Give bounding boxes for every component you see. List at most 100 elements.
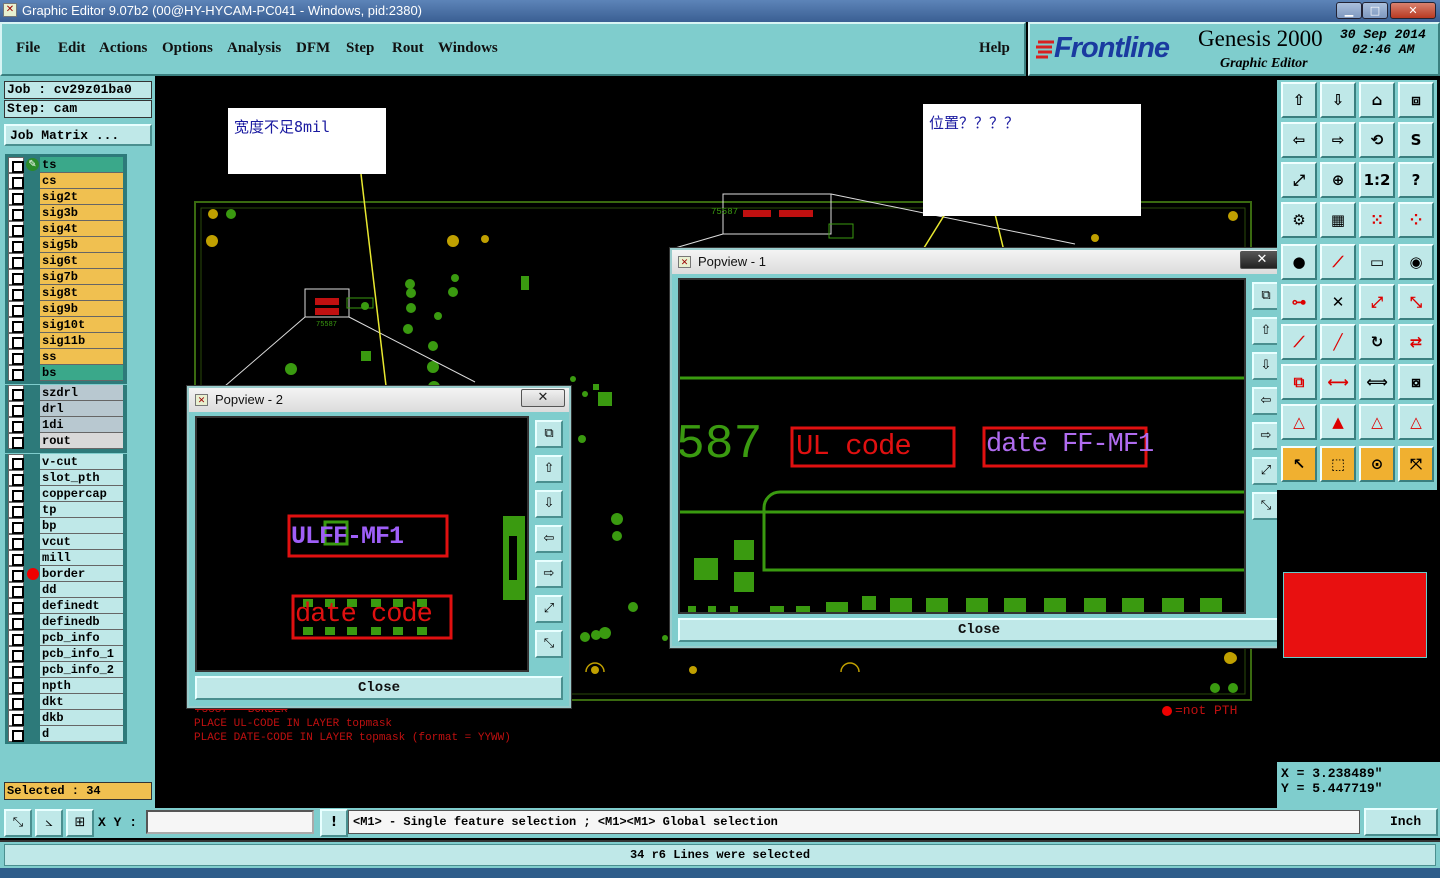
stretch-icon[interactable]: ⟷ (1320, 364, 1356, 400)
layer-row-rout[interactable]: rout (8, 433, 123, 449)
layer-row-ss[interactable]: ss (8, 349, 123, 365)
layer-name[interactable]: dkt (40, 694, 123, 710)
delta-icon[interactable]: △ (1281, 404, 1317, 440)
draw-line-icon[interactable]: ╱ (1320, 324, 1356, 360)
measure-icon[interactable]: ▭ (1359, 244, 1395, 280)
layer-row-pcb_info_2[interactable]: pcb_info_2 (8, 662, 123, 678)
layer-name[interactable]: sig10t (40, 317, 123, 333)
layer-row-sig8t[interactable]: sig8t (8, 285, 123, 301)
layer-name[interactable]: sig7b (40, 269, 123, 285)
layer-row-dd[interactable]: dd (8, 582, 123, 598)
layer-name[interactable]: definedb (40, 614, 123, 630)
connect-icon[interactable]: ⊶ (1281, 284, 1317, 320)
layer-name[interactable]: vcut (40, 534, 123, 550)
snap-icon[interactable]: ⁙ (1359, 202, 1395, 238)
grid-icon[interactable]: ▦ (1320, 202, 1356, 238)
layer-checkbox[interactable] (8, 189, 24, 205)
menu-options[interactable]: Options (162, 40, 213, 57)
zoom-in-icon[interactable]: ⤢ (1281, 162, 1317, 198)
menu-analysis[interactable]: Analysis (227, 40, 281, 57)
layer-row-tp[interactable]: tp (8, 502, 123, 518)
layer-row-pcb_info[interactable]: pcb_info (8, 630, 123, 646)
layer-checkbox[interactable] (8, 333, 24, 349)
layer-row-dkb[interactable]: dkb (8, 710, 123, 726)
layer-row-sig9b[interactable]: sig9b (8, 301, 123, 317)
popview-2-pan-up-icon[interactable]: ⇧ (535, 455, 563, 483)
alert-icon[interactable]: ! (320, 809, 348, 837)
layer-name[interactable]: coppercap (40, 486, 123, 502)
layer-row-sig10t[interactable]: sig10t (8, 317, 123, 333)
layer-row-definedt[interactable]: definedt (8, 598, 123, 614)
layer-checkbox[interactable] (8, 317, 24, 333)
layer-name[interactable]: sig3b (40, 205, 123, 221)
layer-name[interactable]: bp (40, 518, 123, 534)
pan-left-icon[interactable]: ⇦ (1281, 122, 1317, 158)
align-top-icon[interactable]: △ (1359, 404, 1395, 440)
rotate-line-icon[interactable]: ⤡ (1398, 284, 1434, 320)
layer-name[interactable]: pcb_info (40, 630, 123, 646)
layer-checkbox[interactable] (8, 726, 24, 742)
layer-name[interactable]: border (40, 566, 123, 582)
scale-1-2-icon[interactable]: 1:2 (1359, 162, 1395, 198)
layer-checkbox[interactable] (8, 614, 24, 630)
layer-checkbox[interactable] (8, 582, 24, 598)
xy-input[interactable] (146, 810, 314, 834)
settings-icon[interactable]: ⚙ (1281, 202, 1317, 238)
layer-row-1di[interactable]: 1di (8, 417, 123, 433)
layer-row-szdrl[interactable]: szdrl (8, 385, 123, 401)
draw-angle-icon[interactable]: ⟋ (1281, 324, 1317, 360)
select-arrow-icon[interactable]: ↖ (1281, 446, 1317, 482)
layer-name[interactable]: dd (40, 582, 123, 598)
layer-row-bp[interactable]: bp (8, 518, 123, 534)
layer-name[interactable]: ts (40, 157, 123, 173)
layer-row-sig5b[interactable]: sig5b (8, 237, 123, 253)
layer-name[interactable]: slot_pth (40, 470, 123, 486)
job-matrix-button[interactable]: Job Matrix ... (4, 124, 152, 146)
layer-checkbox[interactable] (8, 365, 24, 381)
layer-name[interactable]: 1di (40, 417, 123, 433)
copy-icon[interactable]: ⧉ (1281, 364, 1317, 400)
layer-name[interactable]: sig4t (40, 221, 123, 237)
popview-2-close-x[interactable]: ✕ (521, 389, 565, 407)
layer-checkbox[interactable] (8, 646, 24, 662)
layer-row-vcut[interactable]: vcut (8, 534, 123, 550)
layer-row-d[interactable]: d (8, 726, 123, 742)
layer-name[interactable]: sig6t (40, 253, 123, 269)
flip-icon[interactable]: ⇄ (1398, 324, 1434, 360)
layer-checkbox[interactable] (8, 502, 24, 518)
minimize-button[interactable]: ▁ (1336, 2, 1362, 19)
zoom-home-icon[interactable]: ⇧ (1281, 82, 1317, 118)
home-view-icon[interactable]: ⌂ (1359, 82, 1395, 118)
move-icon[interactable]: ⤢ (1359, 284, 1395, 320)
layer-checkbox[interactable] (8, 550, 24, 566)
layer-checkbox[interactable] (8, 678, 24, 694)
layer-name[interactable]: sig9b (40, 301, 123, 317)
layer-row-definedb[interactable]: definedb (8, 614, 123, 630)
zoom-area-icon[interactable]: ⤡ (4, 809, 32, 837)
snap-off-icon[interactable]: ⁘ (1398, 202, 1434, 238)
layer-name[interactable]: pcb_info_2 (40, 662, 123, 678)
layer-name[interactable]: mill (40, 550, 123, 566)
popview-1-pan-left-icon[interactable]: ⇦ (1252, 387, 1280, 415)
layer-checkbox[interactable] (8, 349, 24, 365)
layer-row-sig3b[interactable]: sig3b (8, 205, 123, 221)
layer-checkbox[interactable] (8, 630, 24, 646)
maximize-button[interactable]: □ (1362, 2, 1388, 19)
pan-right-icon[interactable]: ⇨ (1320, 122, 1356, 158)
layer-checkbox[interactable] (8, 470, 24, 486)
layer-checkbox[interactable] (8, 534, 24, 550)
popview-2-view[interactable]: ULFF-MF1 date code (195, 416, 529, 672)
layer-row-mill[interactable]: mill (8, 550, 123, 566)
resize-icon[interactable]: ⟺ (1359, 364, 1395, 400)
layer-checkbox[interactable] (8, 385, 24, 401)
layer-name[interactable]: sig5b (40, 237, 123, 253)
layer-name[interactable]: tp (40, 502, 123, 518)
menu-file[interactable]: File (16, 40, 40, 57)
units-selector[interactable]: Inch (1364, 808, 1438, 836)
popview-2-pan-right-icon[interactable]: ⇨ (535, 560, 563, 588)
layer-row-border[interactable]: border (8, 566, 123, 582)
layer-name[interactable]: drl (40, 401, 123, 417)
layer-name[interactable]: v-cut (40, 454, 123, 470)
grid-toggle-icon[interactable]: ⊞ (66, 809, 94, 837)
layer-checkbox[interactable] (8, 454, 24, 470)
